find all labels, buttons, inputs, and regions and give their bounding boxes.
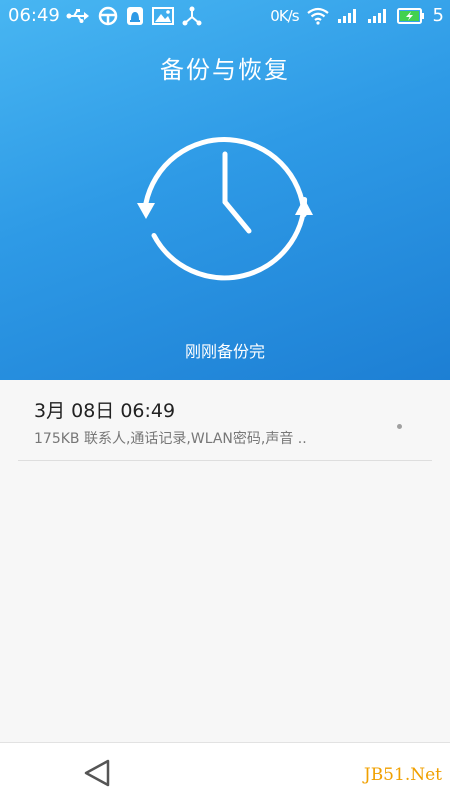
battery-charging-icon: [396, 7, 424, 24]
backup-restore-screen: 06:49 0K/s 5 备份与恢复 刚刚备份完 3月 08日 06:49 17…: [0, 0, 450, 800]
navigation-bar: JB51.Net: [0, 742, 450, 800]
back-icon[interactable]: [78, 753, 118, 793]
backup-clock-button[interactable]: [134, 118, 316, 300]
backup-status-text: 刚刚备份完: [184, 342, 265, 361]
status-left-icons: [66, 6, 202, 26]
network-speed: 0K/s: [270, 6, 299, 25]
share-icon: [182, 6, 202, 26]
page-title: 备份与恢复: [160, 56, 290, 84]
status-right-icons: 0K/s 5: [270, 5, 444, 26]
battery-level: 5: [432, 5, 444, 26]
status-bar: 06:49 0K/s 5: [0, 0, 450, 34]
backup-detail: 175KB 联系人,通话记录,WLAN密码,声音 ..: [34, 431, 307, 447]
notification-icon: [127, 7, 143, 25]
backup-date: 3月 08日 06:49: [34, 400, 176, 422]
watermark: JB51.Net: [363, 765, 442, 785]
usb-icon: [66, 9, 89, 23]
hero-banner: 06:49 0K/s 5 备份与恢复 刚刚备份完: [0, 0, 450, 380]
list-item[interactable]: 3月 08日 06:49 175KB 联系人,通话记录,WLAN密码,声音 ..: [18, 380, 432, 461]
gallery-icon: [152, 7, 174, 25]
backup-list: 3月 08日 06:49 175KB 联系人,通话记录,WLAN密码,声音 ..: [0, 380, 450, 742]
dot-indicator-icon: [397, 424, 402, 429]
signal-icon: [337, 8, 356, 23]
signal-icon: [367, 8, 386, 23]
wifi-icon: [306, 7, 329, 25]
clock-sync-icon: [137, 137, 313, 281]
steering-wheel-icon: [98, 6, 118, 26]
status-time: 06:49: [8, 5, 60, 26]
